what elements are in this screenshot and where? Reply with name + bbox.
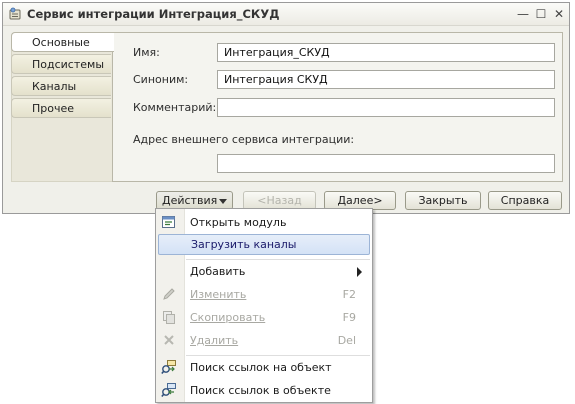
menu-item-label-text: Изменить bbox=[190, 288, 247, 301]
menu-item-load-channels[interactable]: Загрузить каналы bbox=[158, 234, 370, 255]
window-title: Сервис интеграции Интеграция_СКУД bbox=[27, 7, 280, 21]
minimize-icon: — bbox=[517, 7, 529, 21]
main-tab-panel: Имя: Интеграция_СКУД Синоним: Интеграция… bbox=[112, 32, 563, 182]
synonym-label: Синоним: bbox=[133, 73, 189, 86]
module-icon bbox=[162, 216, 175, 228]
copy-icon bbox=[163, 311, 175, 324]
menu-item-label: Поиск ссылок в объекте bbox=[190, 384, 331, 397]
menu-item-add[interactable]: Добавить bbox=[158, 261, 370, 282]
delete-icon bbox=[164, 335, 174, 345]
comment-label: Комментарий: bbox=[133, 101, 217, 114]
menu-item-shortcut: F2 bbox=[342, 288, 356, 301]
form-content: Основные Подсистемы Каналы Прочее Имя: И… bbox=[11, 32, 564, 183]
close-window-button[interactable]: ✕ bbox=[551, 6, 567, 22]
menu-item-open-module[interactable]: Открыть модуль bbox=[158, 212, 370, 233]
tab-list: Основные Подсистемы Каналы Прочее bbox=[11, 32, 115, 120]
help-button[interactable]: Справка bbox=[488, 191, 562, 210]
menu-item-label: Скопировать bbox=[190, 307, 265, 328]
menu-item-shortcut: F9 bbox=[342, 311, 356, 324]
menu-item-label: Загрузить каналы bbox=[191, 238, 297, 251]
menu-item-label: Изменить bbox=[190, 284, 246, 305]
actions-button-label: Действия bbox=[162, 194, 218, 207]
menu-item-delete[interactable]: Удалить Del bbox=[158, 330, 370, 351]
tab-subsystems[interactable]: Подсистемы bbox=[11, 54, 111, 74]
integration-service-icon bbox=[9, 7, 21, 20]
menu-separator bbox=[186, 355, 370, 356]
maximize-icon: ☐ bbox=[535, 7, 547, 21]
menu-item-shortcut: Del bbox=[337, 334, 356, 347]
close-button[interactable]: Закрыть bbox=[405, 191, 481, 210]
tab-main[interactable]: Основные bbox=[11, 32, 114, 52]
chevron-down-icon bbox=[219, 199, 227, 204]
integration-service-window: Сервис интеграции Интеграция_СКУД — ☐ ✕ … bbox=[2, 2, 570, 214]
close-icon: ✕ bbox=[553, 7, 565, 21]
tab-other[interactable]: Прочее bbox=[11, 98, 111, 118]
find-refs-to-icon bbox=[161, 360, 176, 375]
menu-item-edit[interactable]: Изменить F2 bbox=[158, 284, 370, 305]
menu-item-label: Добавить bbox=[190, 265, 246, 278]
comment-field[interactable] bbox=[217, 98, 555, 117]
service-address-field[interactable] bbox=[217, 154, 555, 173]
minimize-button[interactable]: — bbox=[515, 6, 531, 22]
find-refs-in-icon bbox=[161, 383, 176, 398]
menu-item-copy[interactable]: Скопировать F9 bbox=[158, 307, 370, 328]
actions-dropdown-menu: Открыть модуль Загрузить каналы Добавить… bbox=[155, 208, 373, 403]
menu-item-find-references-to[interactable]: Поиск ссылок на объект bbox=[158, 357, 370, 378]
menu-item-label: Поиск ссылок на объект bbox=[190, 361, 332, 374]
maximize-button[interactable]: ☐ bbox=[533, 6, 549, 22]
menu-item-label-text: Скопировать bbox=[190, 311, 266, 324]
menu-item-label-text: Удалить bbox=[190, 334, 239, 347]
menu-separator bbox=[186, 259, 370, 260]
title-bar[interactable]: Сервис интеграции Интеграция_СКУД — ☐ ✕ bbox=[3, 3, 569, 26]
tab-channels[interactable]: Каналы bbox=[11, 76, 111, 96]
menu-item-label: Открыть модуль bbox=[190, 216, 287, 229]
pencil-icon bbox=[163, 288, 175, 300]
service-address-label: Адрес внешнего сервиса интеграции: bbox=[133, 133, 355, 146]
submenu-arrow-icon bbox=[357, 267, 362, 277]
menu-item-find-references-in[interactable]: Поиск ссылок в объекте bbox=[158, 380, 370, 401]
menu-item-label: Удалить bbox=[190, 330, 238, 351]
name-label: Имя: bbox=[133, 46, 160, 59]
synonym-field[interactable]: Интеграция СКУД bbox=[217, 70, 555, 89]
name-field[interactable]: Интеграция_СКУД bbox=[217, 43, 555, 62]
